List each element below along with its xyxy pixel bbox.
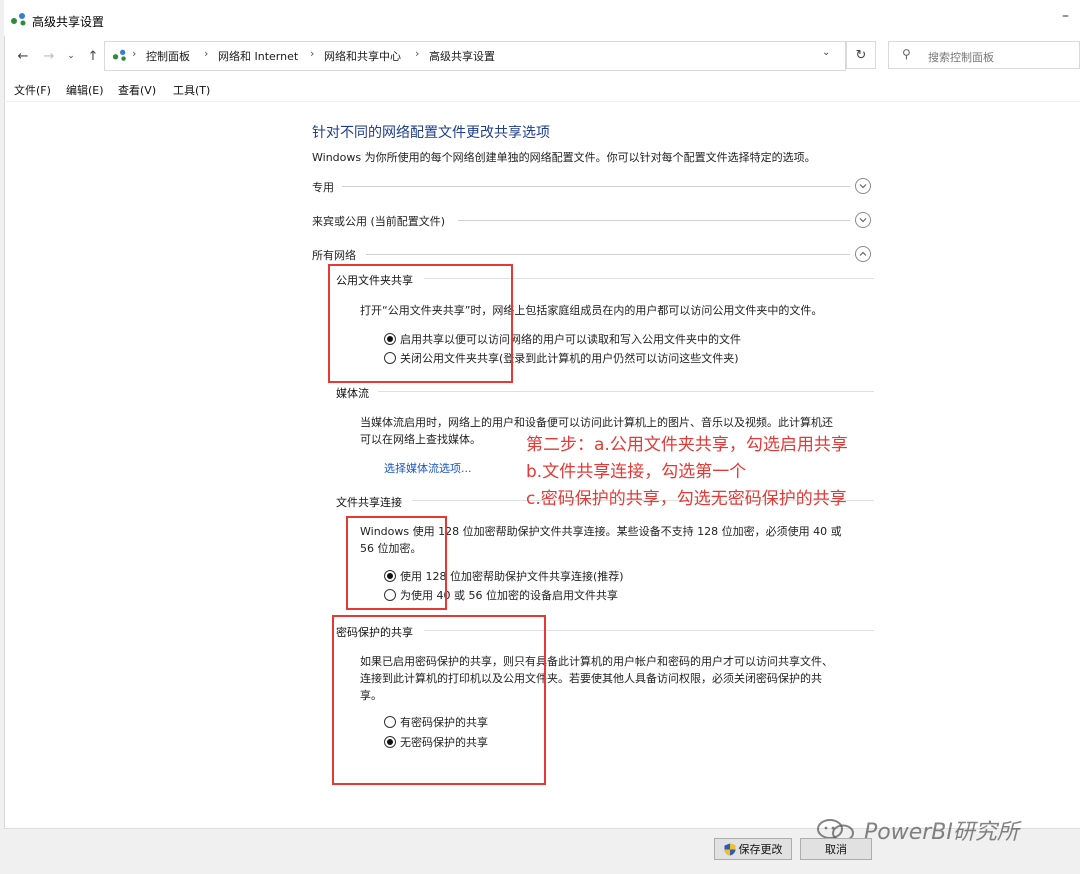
profile-divider <box>342 186 850 187</box>
title-bar <box>4 0 1080 36</box>
annotation-box-public-folder <box>328 264 513 383</box>
up-arrow-icon[interactable]: ↑ <box>84 47 102 65</box>
breadcrumb-network-sharing-center[interactable]: 网络和共享中心 <box>324 48 401 64</box>
page-title: 针对不同的网络配置文件更改共享选项 <box>312 125 550 141</box>
watermark-text: PowerBI研究所 <box>864 820 1019 845</box>
menu-divider <box>4 101 1080 102</box>
profile-divider <box>366 254 850 255</box>
recent-chevron-down-icon[interactable]: ⌄ <box>62 47 80 65</box>
page-description: Windows 为你所使用的每个网络创建单独的网络配置文件。你可以针对每个配置文… <box>312 151 816 164</box>
section-media-streaming-label: 媒体流 <box>336 387 369 400</box>
profile-divider <box>458 220 850 221</box>
save-changes-label: 保存更改 <box>738 843 783 856</box>
menu-edit[interactable]: 编辑(E) <box>66 82 104 98</box>
annotation-step-line1: 第二步：a.公用文件夹共享，勾选启用共享 <box>526 435 848 455</box>
left-window-edge <box>0 0 5 874</box>
address-dropdown-icon[interactable]: ⌄ <box>822 47 830 58</box>
annotation-step-line3: c.密码保护的共享，勾选无密码保护的共享 <box>526 489 847 509</box>
breadcrumb-advanced-sharing[interactable]: 高级共享设置 <box>429 48 495 64</box>
breadcrumb-network-internet[interactable]: 网络和 Internet <box>218 48 298 64</box>
collapse-all-networks-button[interactable] <box>855 246 871 262</box>
section-file-sharing-label: 文件共享连接 <box>336 496 402 509</box>
media-streaming-options-link[interactable]: 选择媒体流选项... <box>384 460 472 476</box>
annotation-step-line2: b.文件共享连接，勾选第一个 <box>526 462 747 482</box>
menu-file[interactable]: 文件(F) <box>14 82 51 98</box>
search-icon: ⚲ <box>902 47 911 61</box>
uac-shield-icon <box>724 843 735 855</box>
annotation-box-file-sharing <box>346 516 447 610</box>
cancel-button[interactable]: 取消 <box>800 838 872 860</box>
back-arrow-icon[interactable]: ← <box>14 47 32 65</box>
window-title: 高级共享设置 <box>32 15 105 29</box>
breadcrumb-separator: › <box>415 47 420 60</box>
expand-guest-public-button[interactable] <box>855 212 871 228</box>
menu-tools[interactable]: 工具(T) <box>173 82 210 98</box>
media-description-line2: 可以在网络上查找媒体。 <box>360 433 481 446</box>
refresh-icon: ↻ <box>855 47 867 63</box>
breadcrumb-control-panel[interactable]: 控制面板 <box>146 48 190 64</box>
chevron-up-icon <box>859 251 867 256</box>
network-icon <box>11 13 26 26</box>
breadcrumb-separator: › <box>310 47 315 60</box>
annotation-box-password <box>332 615 546 785</box>
chevron-down-icon <box>859 184 867 189</box>
cancel-label: 取消 <box>825 843 847 856</box>
breadcrumb-separator: › <box>204 47 209 60</box>
expand-private-button[interactable] <box>855 178 871 194</box>
chevron-down-icon <box>859 218 867 223</box>
refresh-button[interactable]: ↻ <box>846 41 876 69</box>
forward-arrow-icon[interactable]: → <box>40 47 58 65</box>
control-panel-icon <box>112 49 126 61</box>
profile-all-networks-label[interactable]: 所有网络 <box>312 247 356 263</box>
minimize-icon[interactable]: – <box>1062 8 1069 24</box>
search-placeholder: 搜索控制面板 <box>928 51 994 64</box>
section-divider <box>378 391 874 392</box>
breadcrumb-separator: › <box>132 47 137 60</box>
profile-private-label[interactable]: 专用 <box>312 179 334 195</box>
save-changes-button[interactable]: 保存更改 <box>714 838 792 860</box>
menu-view[interactable]: 查看(V) <box>118 82 156 98</box>
profile-guest-public-label[interactable]: 来宾或公用 (当前配置文件) <box>312 213 445 229</box>
media-description-line1: 当媒体流启用时，网络上的用户和设备便可以访问此计算机上的图片、音乐以及视频。此计… <box>360 416 833 429</box>
